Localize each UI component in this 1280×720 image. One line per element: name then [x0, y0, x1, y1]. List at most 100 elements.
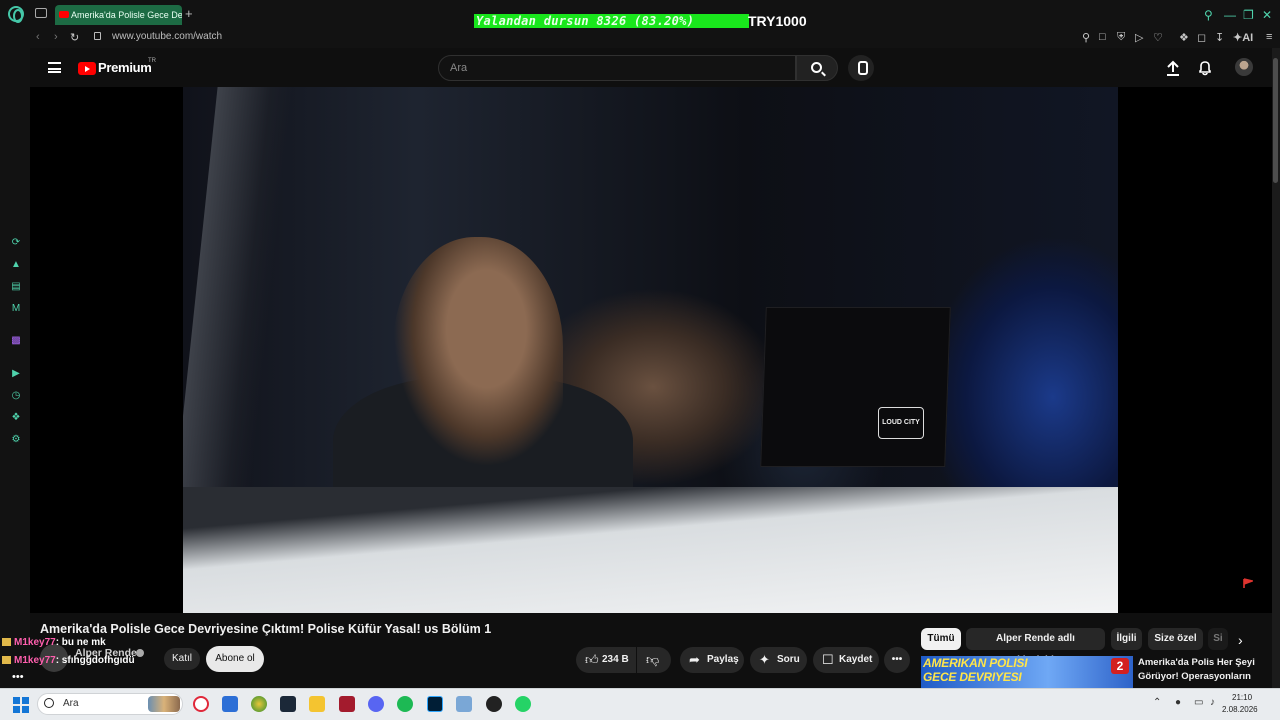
thumbnail-text-line2: GECE DEVRIYESI	[923, 670, 1022, 684]
steam-app-icon[interactable]	[280, 696, 296, 712]
heart-icon[interactable]: ♡	[1153, 31, 1163, 44]
notifications-bell-icon[interactable]	[1198, 60, 1212, 76]
chat-badge-icon	[2, 656, 11, 665]
extensions-sidebar-icon[interactable]: ❖	[10, 412, 22, 424]
settings-icon[interactable]: ⚙	[10, 434, 22, 446]
store-app-icon[interactable]	[222, 696, 238, 712]
car-door	[183, 487, 1118, 613]
chip-related[interactable]: İlgili	[1111, 628, 1142, 650]
laptop-sticker: LOUD CITY	[878, 407, 924, 439]
recommendation-thumbnail[interactable]: AMERIKAN POLISI GECE DEVRIYESI 2	[921, 656, 1133, 688]
volume-icon[interactable]: ♪	[1210, 697, 1215, 708]
network-icon[interactable]: ▭	[1194, 697, 1203, 708]
minimize-icon[interactable]: —	[1224, 8, 1236, 22]
bookmark-icon[interactable]: ◻	[1197, 31, 1206, 44]
account-avatar[interactable]	[1235, 58, 1253, 76]
overlay-currency-text: TRY1000	[748, 13, 807, 29]
ai-icon: ✦	[1233, 32, 1243, 44]
upload-icon[interactable]	[1166, 60, 1180, 76]
new-tab-button[interactable]: +	[185, 6, 193, 21]
tab-islands-icon[interactable]	[35, 8, 47, 18]
microphone-icon[interactable]: ●	[1175, 697, 1181, 708]
report-flag-icon[interactable]	[1243, 578, 1253, 588]
back-icon[interactable]: ‹	[36, 31, 40, 43]
like-button[interactable]: 👍︎ 234 B	[576, 647, 636, 673]
reload-icon[interactable]: ↻	[70, 31, 79, 44]
ask-label: Soru	[777, 654, 800, 665]
url-field[interactable]: www.youtube.com/watch	[112, 31, 222, 42]
obs-app-icon[interactable]	[486, 696, 502, 712]
opera-app-icon[interactable]	[193, 696, 209, 712]
aria-icon[interactable]: ⟳	[10, 237, 22, 249]
adobe-app-icon[interactable]	[339, 696, 355, 712]
youtube-logo-icon[interactable]	[78, 62, 96, 75]
settings-app-icon[interactable]	[456, 696, 472, 712]
hamburger-menu-icon[interactable]	[48, 62, 61, 73]
ask-button[interactable]: ✦ Soru	[750, 647, 807, 673]
whatsapp-app-icon[interactable]	[515, 696, 531, 712]
forward-icon[interactable]: ›	[54, 31, 58, 43]
photoshop-app-icon[interactable]	[427, 696, 443, 712]
windows-start-icon[interactable]	[13, 697, 29, 713]
youtube-favicon-icon	[59, 11, 69, 18]
clock-time[interactable]: 21:10	[1232, 693, 1252, 702]
chat-text: : sfıhgğdofhgıdü	[55, 655, 135, 666]
clock-date[interactable]: 2.08.2026	[1222, 705, 1258, 714]
active-tab[interactable]: Amerika'da Polisle Gece De	[55, 5, 182, 25]
opera-logo-icon[interactable]	[8, 6, 24, 23]
share-button[interactable]: ➦ Paylaş	[680, 647, 744, 673]
player-icon[interactable]: ▶	[10, 368, 22, 380]
pin-icon[interactable]: ⚲	[1082, 31, 1090, 44]
share-arrow-icon: ➦	[689, 652, 700, 667]
chevron-right-icon[interactable]: ›	[1238, 632, 1243, 648]
search-button[interactable]	[796, 55, 838, 81]
subscribe-button[interactable]: Abone ol	[206, 646, 264, 672]
voice-search-icon[interactable]	[848, 55, 874, 81]
crypto-wallet-icon[interactable]: ▲	[10, 259, 22, 271]
search-highlight-image[interactable]	[148, 696, 180, 712]
join-button[interactable]: Katıl	[164, 648, 200, 670]
taskbar-search-icon	[44, 698, 54, 708]
messenger-m-icon[interactable]: M	[10, 303, 22, 315]
download-icon[interactable]: ↧	[1215, 31, 1224, 44]
play-icon[interactable]: ▷	[1135, 31, 1143, 44]
menu-icon[interactable]: ≡	[1266, 31, 1272, 43]
chip-from-uploader[interactable]: Alper Rende adlı yükleyiciden	[966, 628, 1105, 666]
chip-for-you[interactable]: Size özel	[1148, 628, 1203, 650]
notes-icon[interactable]: ▤	[10, 281, 22, 293]
windows-taskbar	[0, 688, 1280, 720]
chat-more-icon[interactable]: •••	[12, 671, 24, 683]
search-tabs-icon[interactable]: ⚲	[1204, 8, 1213, 22]
chat-nick: M1key77	[14, 637, 56, 648]
lock-icon[interactable]	[94, 32, 101, 40]
save-bookmark-icon: ☐	[822, 652, 834, 667]
spotify-app-icon[interactable]	[397, 696, 413, 712]
thumbnail-text-line1: AMERIKAN POLISI	[923, 656, 1028, 670]
save-button[interactable]: ☐ Kaydet	[813, 647, 879, 673]
close-window-icon[interactable]: ✕	[1262, 8, 1272, 22]
chat-text: : bu ne mk	[55, 637, 106, 648]
chip-partial[interactable]: Si	[1208, 628, 1228, 650]
chat-badge-icon	[2, 638, 11, 647]
dislike-button[interactable]: 👎︎	[637, 647, 671, 673]
extensions-icon[interactable]: ❖	[1179, 31, 1189, 44]
chip-all[interactable]: Tümü	[921, 628, 961, 650]
tray-chevron-icon[interactable]: ⌃	[1153, 697, 1161, 708]
snapshot-icon[interactable]: □	[1099, 31, 1106, 43]
file-explorer-icon[interactable]	[309, 696, 325, 712]
twitch-icon[interactable]: ▩	[10, 335, 22, 347]
history-icon[interactable]: ◷	[10, 390, 22, 402]
search-input[interactable]: Ara	[438, 55, 796, 81]
share-label: Paylaş	[707, 654, 739, 665]
shield-icon[interactable]: ⛨	[1117, 31, 1125, 44]
browser-app-icon[interactable]	[251, 696, 267, 712]
restore-icon[interactable]: ❐	[1243, 8, 1254, 22]
video-frame[interactable]: LOUD CITY	[183, 87, 1118, 613]
ai-button[interactable]: ✦AI	[1233, 31, 1253, 44]
youtube-brand[interactable]: Premium	[98, 60, 152, 75]
discord-app-icon[interactable]	[368, 696, 384, 712]
more-actions-button[interactable]: •••	[884, 647, 910, 673]
chat-nick: M1key77	[14, 655, 56, 666]
recommendation-title[interactable]: Amerika'da Polis Her Şeyi Görüyor! Opera…	[1138, 656, 1264, 688]
scrollbar-thumb[interactable]	[1273, 58, 1278, 183]
